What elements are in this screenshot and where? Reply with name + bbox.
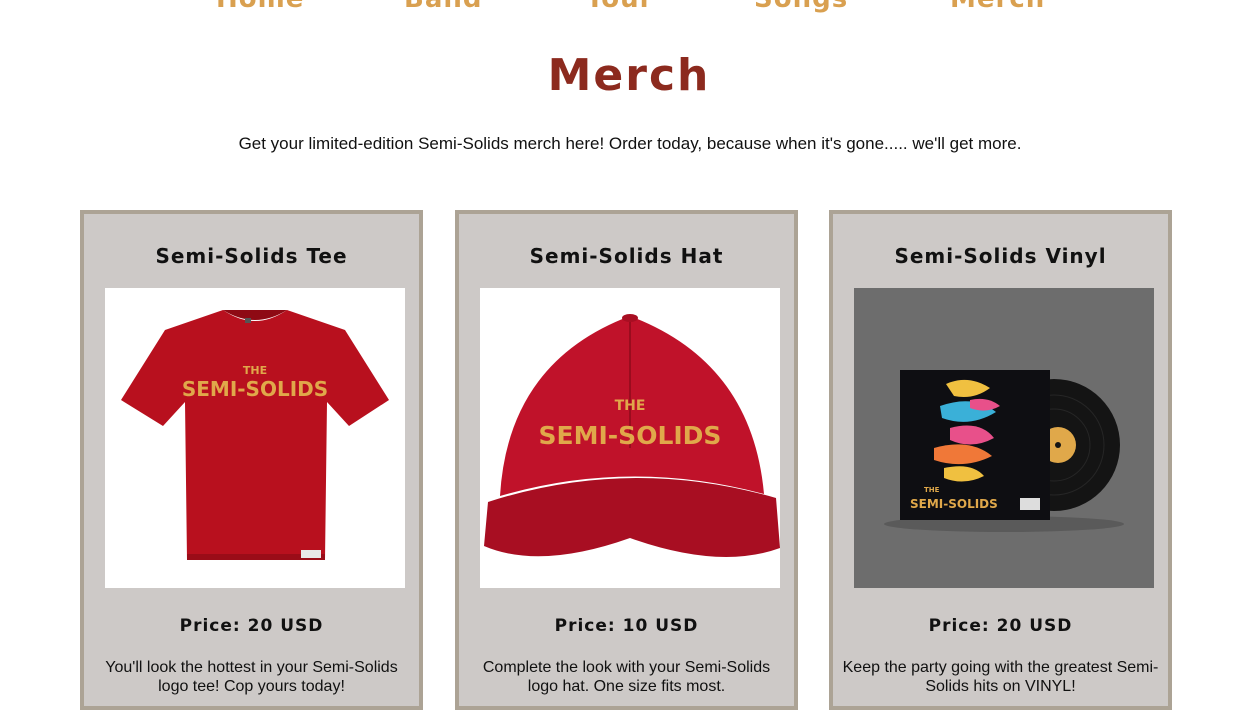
red-cap-image: THE SEMI-SOLIDS [480, 288, 780, 588]
page-title: Merch [547, 50, 711, 101]
tee-logo-small: THE [243, 364, 267, 377]
product-price: Price: 20 USD [179, 616, 324, 636]
nav-band-link[interactable]: Band [404, 0, 482, 14]
product-title: Semi-Solids Hat [529, 244, 724, 268]
vinyl-logo-main: SEMI-SOLIDS [910, 497, 998, 511]
tee-logo-main: SEMI-SOLIDS [182, 377, 328, 401]
product-price: Price: 20 USD [928, 616, 1073, 636]
product-description: You'll look the hottest in your Semi-Sol… [105, 659, 398, 695]
vinyl-record-image: THE SEMI-SOLIDS [854, 288, 1154, 588]
product-price: Price: 10 USD [554, 616, 699, 636]
product-card-tee: Semi-Solids Tee THE SEMI-SOLIDS Price: 2… [80, 210, 423, 710]
vinyl-logo-small: THE [924, 486, 940, 494]
nav-songs-link[interactable]: Songs [754, 0, 848, 14]
product-description: Keep the party going with the greatest S… [842, 659, 1159, 695]
nav-home-link[interactable]: Home [216, 0, 304, 14]
hat-logo-small: THE [615, 398, 646, 414]
product-card-hat: Semi-Solids Hat THE SEMI-SOLIDS Price: 1… [455, 210, 798, 710]
intro-text: Get your limited-edition Semi-Solids mer… [238, 134, 1022, 153]
nav-tour-link[interactable]: Tour [586, 0, 653, 14]
red-tshirt-image: THE SEMI-SOLIDS [105, 288, 405, 588]
product-title: Semi-Solids Tee [155, 244, 348, 268]
product-description: Complete the look with your Semi-Solids … [482, 659, 771, 695]
hat-logo-main: SEMI-SOLIDS [539, 421, 722, 450]
main-nav: Home Band Tour Songs Merch [0, 0, 1258, 14]
product-card-vinyl: Semi-Solids Vinyl THE SEMI-SOLIDS Price:… [829, 210, 1172, 710]
nav-merch-link[interactable]: Merch [950, 0, 1045, 14]
product-title: Semi-Solids Vinyl [894, 244, 1107, 268]
